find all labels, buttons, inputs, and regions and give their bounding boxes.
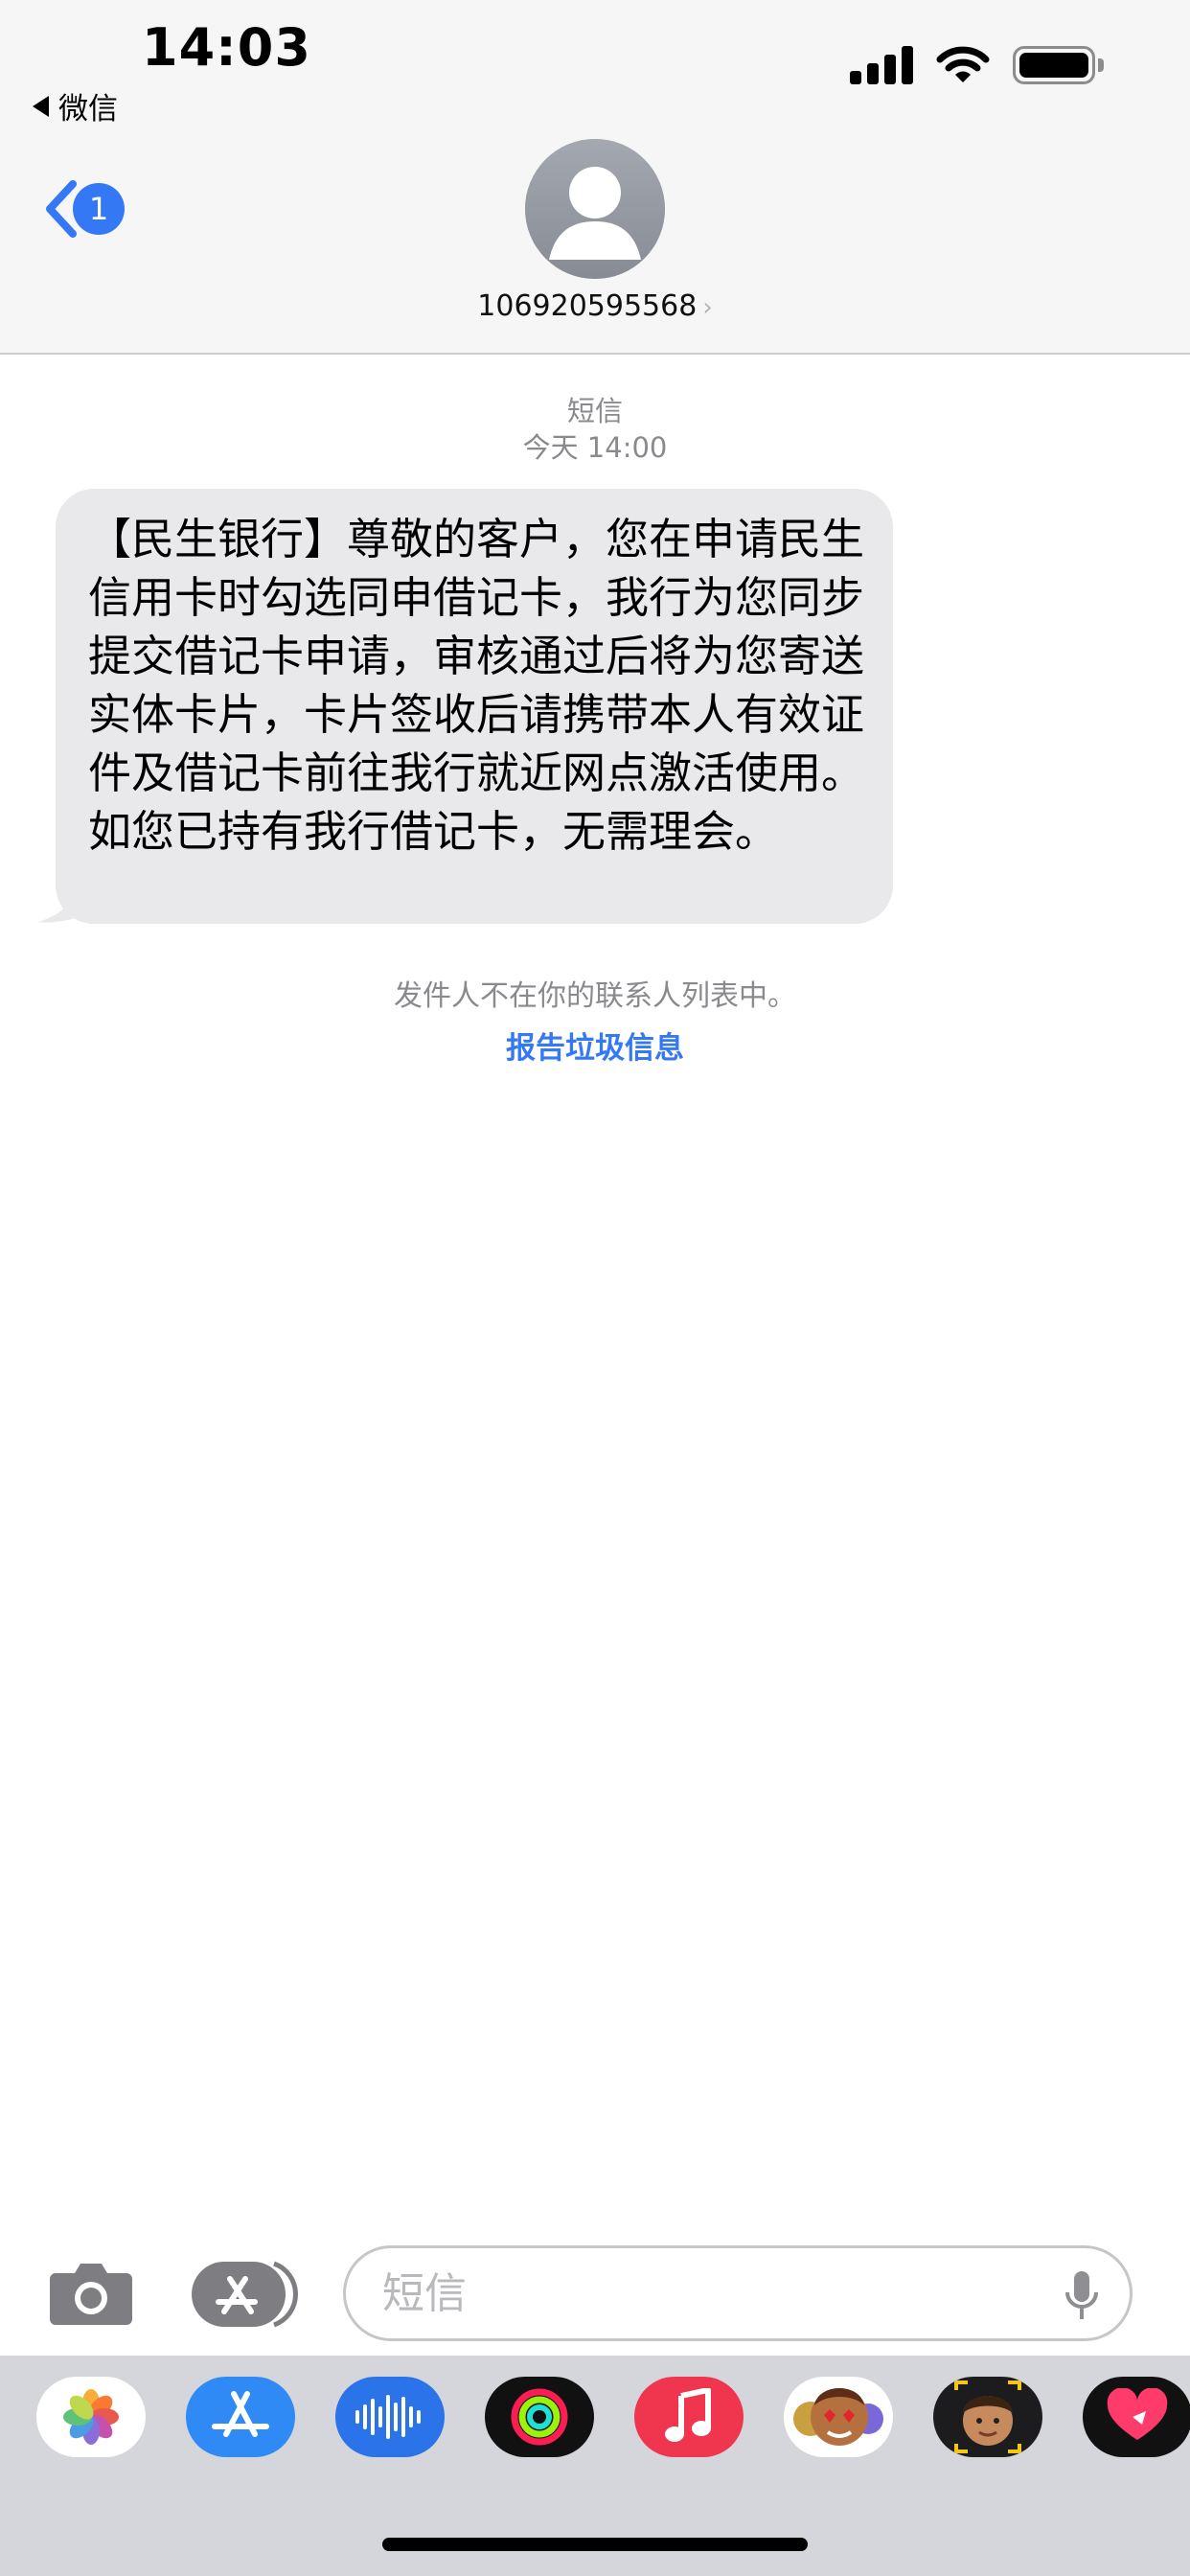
battery-icon	[1013, 46, 1104, 84]
app-store-app-button[interactable]	[186, 2377, 295, 2457]
unread-count-badge: 1	[73, 183, 125, 235]
message-input-field[interactable]	[343, 2245, 1133, 2341]
memoji-icon	[954, 2380, 1021, 2453]
home-indicator[interactable]	[382, 2538, 808, 2551]
audio-message-app-button[interactable]	[335, 2377, 445, 2457]
back-app-label: 微信	[58, 92, 118, 126]
fitness-icon	[511, 2388, 568, 2446]
message-input[interactable]	[380, 2267, 997, 2319]
unknown-sender-notice: 发件人不在你的联系人列表中。	[394, 979, 796, 1013]
back-to-app-link[interactable]: 微信	[33, 84, 118, 127]
memoji-stickers-app-button[interactable]	[784, 2377, 893, 2457]
memoji-app-button[interactable]	[933, 2377, 1042, 2457]
contact-name-button[interactable]: 106920595568 ›	[0, 289, 1190, 323]
message-text: 【民生银行】尊敬的客户，您在申请民生信用卡时勾选同申借记卡，我行为您同步提交借记…	[88, 514, 865, 857]
message-bubble[interactable]: 【民生银行】尊敬的客户，您在申请民生信用卡时勾选同申借记卡，我行为您同步提交借记…	[56, 489, 893, 924]
contact-number: 106920595568	[477, 289, 698, 323]
audio-message-icon	[355, 2395, 421, 2439]
back-triangle-icon	[33, 95, 49, 117]
contact-avatar[interactable]	[525, 139, 665, 279]
chevron-right-icon: ›	[702, 293, 713, 322]
camera-icon[interactable]	[48, 2258, 134, 2327]
navigation-header: 14:03 微信 1 106920595568 ›	[0, 0, 1190, 355]
app-store-toggle-icon[interactable]	[192, 2260, 299, 2329]
message-timestamp: 今天 14:00	[522, 431, 668, 464]
music-app-button[interactable]	[634, 2377, 744, 2457]
photos-icon	[63, 2389, 119, 2445]
report-junk-link[interactable]: 报告垃圾信息	[0, 1024, 1190, 1067]
app-store-icon	[212, 2391, 269, 2437]
digital-touch-icon	[1107, 2388, 1168, 2440]
cellular-signal-icon	[850, 46, 913, 84]
memoji-stickers-icon	[793, 2388, 883, 2446]
microphone-icon[interactable]	[1063, 2269, 1101, 2323]
back-button[interactable]: 1	[42, 178, 125, 240]
photos-app-button[interactable]	[36, 2377, 146, 2457]
digital-touch-app-button[interactable]	[1083, 2377, 1190, 2457]
fitness-app-button[interactable]	[485, 2377, 594, 2457]
person-icon	[525, 139, 665, 279]
wifi-icon	[936, 46, 990, 82]
music-icon	[665, 2388, 711, 2442]
service-label: 短信	[566, 395, 623, 427]
status-indicators	[850, 46, 1104, 84]
status-time: 14:03	[142, 17, 311, 78]
